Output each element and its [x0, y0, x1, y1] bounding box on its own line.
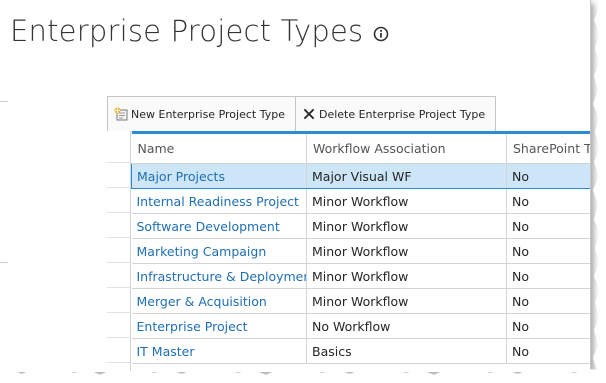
delete-enterprise-project-type-label: Delete Enterprise Project Type [318, 107, 486, 121]
torn-edge-bottom [0, 367, 606, 383]
table-row[interactable]: Infrastructure & Deployment Minor Workflo… [131, 263, 590, 289]
table-row[interactable]: Major Projects Major Visual WF No [131, 163, 590, 189]
new-document-icon [114, 107, 128, 121]
project-name-link[interactable]: Infrastructure & Deployment [131, 263, 307, 289]
project-name-link[interactable]: Marketing Campaign [131, 238, 307, 264]
page-title: Enterprise Project Types [10, 14, 364, 48]
project-name-link[interactable]: Merger & Acquisition [131, 288, 307, 314]
table-row[interactable]: Enterprise Project No Workflow No [131, 313, 590, 339]
delete-enterprise-project-type-button[interactable]: Delete Enterprise Project Type [296, 97, 497, 131]
title-row: Enterprise Project Types [10, 14, 389, 48]
column-header-name[interactable]: Name [131, 132, 307, 164]
project-name-link[interactable]: Internal Readiness Project [131, 188, 307, 214]
row-selector-divider [107, 287, 130, 288]
new-enterprise-project-type-label: New Enterprise Project Type [131, 107, 285, 121]
info-icon[interactable] [373, 26, 389, 42]
project-name-link[interactable]: Enterprise Project [131, 313, 307, 339]
table-row[interactable]: Internal Readiness Project Minor Workflow… [131, 188, 590, 214]
row-selector-column[interactable] [107, 131, 131, 372]
grid-header-row: Name Workflow Association SharePoint Ta [131, 132, 590, 164]
project-types-table: Name Workflow Association SharePoint Ta … [131, 131, 590, 364]
close-x-icon [302, 107, 316, 121]
workflow-association-cell: Major Visual WF [306, 163, 507, 189]
project-types-grid: Name Workflow Association SharePoint Ta … [107, 131, 590, 372]
left-divider-tick [0, 262, 8, 263]
table-row[interactable]: Merger & Acquisition Minor Workflow No [131, 288, 590, 314]
row-selector-divider [107, 262, 130, 263]
torn-edge-right [593, 0, 606, 383]
workflow-association-cell: Minor Workflow [306, 188, 507, 214]
row-selector-divider [107, 212, 130, 213]
row-selector-divider [107, 337, 130, 338]
row-selector-divider [107, 187, 130, 188]
page-canvas: Enterprise Project Types New Enterprise … [0, 0, 591, 372]
row-selector-divider [107, 312, 130, 313]
workflow-association-cell: Minor Workflow [306, 288, 507, 314]
column-header-workflow-association[interactable]: Workflow Association [306, 132, 507, 164]
table-row[interactable]: Software Development Minor Workflow No [131, 213, 590, 239]
table-row[interactable]: Marketing Campaign Minor Workflow No [131, 238, 590, 264]
project-name-link[interactable]: Software Development [131, 213, 307, 239]
left-divider-tick [0, 101, 8, 102]
workflow-association-cell: Minor Workflow [306, 238, 507, 264]
row-selector-divider [107, 237, 130, 238]
workflow-association-cell: Minor Workflow [306, 213, 507, 239]
project-name-link[interactable]: Major Projects [131, 163, 307, 189]
workflow-association-cell: No Workflow [306, 313, 507, 339]
row-selector-divider [107, 162, 130, 163]
workflow-association-cell: Minor Workflow [306, 263, 507, 289]
new-enterprise-project-type-button[interactable]: New Enterprise Project Type [108, 97, 296, 131]
ribbon-toolbar: New Enterprise Project Type Delete Enter… [107, 96, 497, 132]
